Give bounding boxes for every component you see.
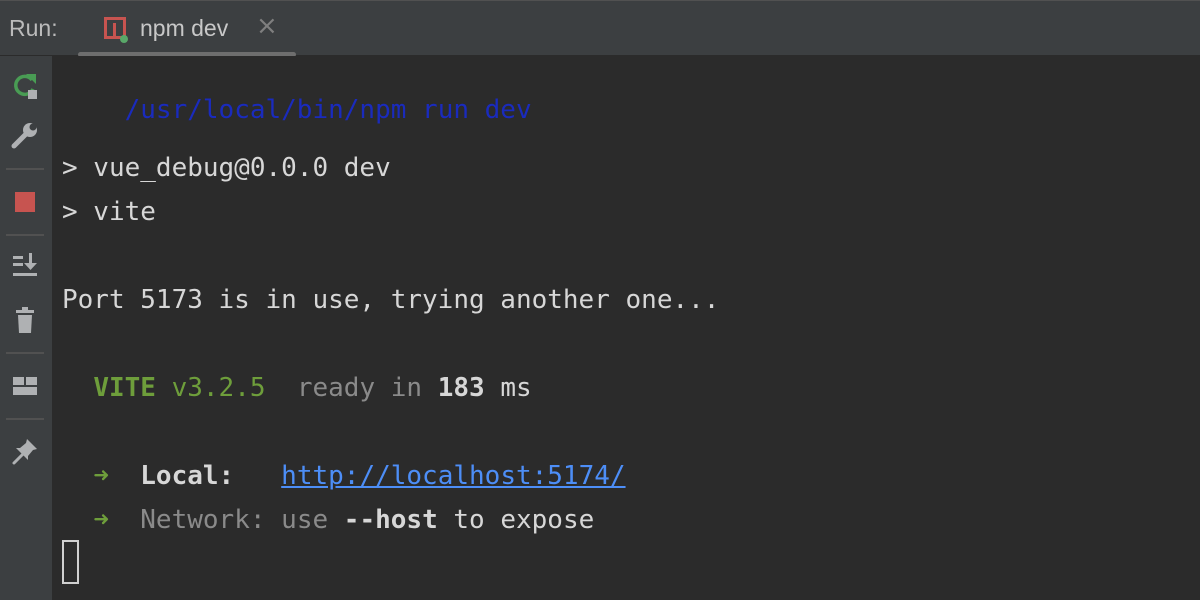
close-icon[interactable]: × (256, 13, 278, 39)
ready-time: 183 (437, 373, 485, 403)
ready-prefix: ready in (296, 373, 423, 403)
tab-title: npm dev (140, 15, 229, 41)
rerun-icon[interactable] (8, 68, 42, 102)
command-text: /usr/local/bin/npm run dev (124, 95, 532, 125)
toolbar-separator (6, 418, 44, 420)
run-toolbar (0, 56, 53, 600)
arrow-icon: ➜ (93, 461, 109, 491)
console-line-command: /usr/local/bin/npm run dev (62, 65, 532, 155)
run-tool-window-header: Run: npm dev × (0, 0, 1200, 57)
toolbar-separator (6, 234, 44, 236)
console-output[interactable]: /usr/local/bin/npm run dev > vue_debug@0… (54, 56, 1200, 600)
arrow-icon: ➜ (93, 505, 109, 535)
input-cursor[interactable] (62, 540, 79, 584)
npm-run-icon (104, 17, 128, 43)
scroll-to-end-icon[interactable] (8, 248, 42, 282)
network-label: Network: (140, 505, 266, 535)
wrench-icon[interactable] (8, 118, 42, 152)
vite-name: VITE (93, 373, 156, 403)
pin-icon[interactable] (8, 434, 42, 468)
stop-icon[interactable] (8, 185, 42, 219)
layout-icon[interactable] (8, 369, 42, 403)
console-line-vite: > vite (62, 197, 156, 227)
console-line-network: ➜ Network: use --host to expose (62, 505, 594, 535)
tab-npm-dev[interactable]: npm dev × (78, 1, 296, 57)
console-line-vite-ready: VITE v3.2.5 ready in 183 ms (62, 373, 532, 403)
console-line-port: Port 5173 is in use, trying another one.… (62, 285, 720, 315)
network-use: use (281, 505, 329, 535)
vite-version: v3.2.5 (171, 373, 266, 403)
trash-icon[interactable] (8, 303, 42, 337)
local-label: Local: (140, 461, 235, 491)
console-line-local: ➜ Local: http://localhost:5174/ (62, 461, 625, 491)
local-url-link[interactable]: http://localhost:5174/ (281, 461, 625, 491)
toolbar-separator (6, 352, 44, 354)
host-flag: --host (343, 505, 438, 535)
console-line-script: > vue_debug@0.0.0 dev (62, 153, 391, 183)
ready-unit: ms (500, 373, 532, 403)
network-suffix: to expose (453, 505, 595, 535)
run-label: Run: (9, 15, 58, 41)
toolbar-separator (6, 168, 44, 170)
